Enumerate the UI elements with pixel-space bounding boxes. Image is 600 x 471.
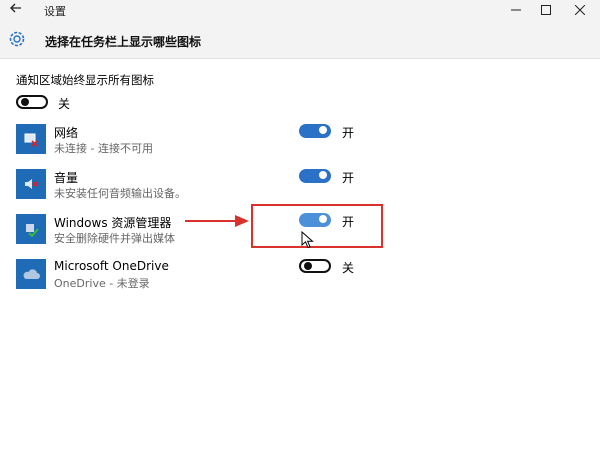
back-arrow-icon[interactable] [6,1,26,19]
mouse-cursor-icon [301,231,314,249]
onedrive-state: 关 [342,261,355,275]
onedrive-toggle[interactable] [299,259,331,273]
app-subtitle-volume: 未安装任何音频输出设备。 [54,187,186,200]
gear-icon [7,29,27,49]
highlight-arrow [185,215,249,227]
volume-icon [16,169,46,199]
always-show-state: 关 [58,97,71,111]
network-state: 开 [342,126,355,140]
app-name-volume: 音量 [54,171,79,185]
app-name-onedrive: Microsoft OneDrive [54,259,169,273]
onedrive-icon [16,259,46,289]
volume-toggle[interactable] [299,169,331,183]
app-name-network: 网络 [54,126,79,140]
network-icon [16,124,46,154]
maximize-icon[interactable] [532,0,560,20]
app-subtitle-onedrive: OneDrive - 未登录 [54,277,150,290]
safely-remove-hardware-icon [16,214,46,244]
app-subtitle-explorer: 安全删除硬件并弹出媒体 [54,232,175,245]
title-bar: 设置 [0,0,600,20]
page-header: 选择在任务栏上显示哪些图标 [0,20,600,59]
always-show-toggle[interactable] [16,95,48,109]
page-title: 选择在任务栏上显示哪些图标 [45,35,202,49]
always-show-label: 通知区域始终显示所有图标 [16,73,154,87]
app-name-explorer: Windows 资源管理器 [54,216,172,230]
minimize-icon[interactable] [502,0,530,20]
volume-state: 开 [342,171,355,185]
highlight-box [251,204,383,248]
network-toggle[interactable] [299,124,331,138]
close-icon[interactable] [566,0,594,20]
app-subtitle-network: 未连接 - 连接不可用 [54,142,153,155]
window-title: 设置 [44,5,66,18]
